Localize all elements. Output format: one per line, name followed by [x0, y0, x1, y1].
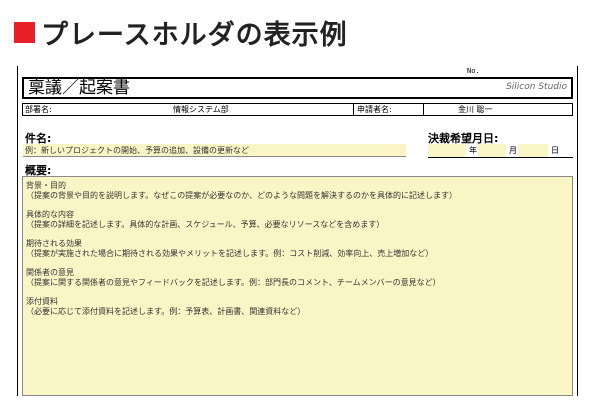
info-row: 部署名: 情報システム部 申請者名: 金川 聡一	[22, 103, 573, 116]
section-title: 背景・目的	[26, 181, 66, 190]
document-number-label: No.	[467, 67, 480, 75]
page-title: プレースホルダの表示例	[41, 19, 348, 51]
overview-section: 期待される効果 （提案が実施された場合に期待される効果やメリットを記述します。例…	[26, 239, 572, 259]
section-body: （提案の背景や目的を説明します。なぜこの提案が必要なのか、どのような問題を解決す…	[26, 191, 458, 200]
department-value[interactable]: 情報システム部	[173, 104, 229, 115]
applicant-label: 申請者名:	[357, 105, 392, 114]
applicant-value[interactable]: 金川 聡一	[458, 104, 493, 115]
section-body: （必要に応じて添付資料を記述します。例：予算表、計画書、関連資料など）	[26, 307, 306, 316]
overview-section: 添付資料 （必要に応じて添付資料を記述します。例：予算表、計画書、関連資料など）	[26, 297, 572, 317]
overview-section: 関係者の意見 （提案に関する関係者の意見やフィードバックを記述します。例：部門長…	[26, 268, 572, 288]
form-title-row: 稟議／起案書 Silicon Studio	[22, 77, 573, 99]
heading-square-icon	[14, 21, 35, 43]
cell-divider	[423, 104, 424, 115]
day-input[interactable]	[518, 144, 548, 157]
month-label: 月	[509, 146, 517, 155]
desired-date-field: 年 月 日	[428, 144, 573, 158]
section-body: （提案に関する関係者の意見やフィードバックを記述します。例：部門長のコメント、チ…	[26, 278, 441, 287]
section-body: （提案の詳細を記述します。具体的な計画、スケジュール、予算、必要なリソースなどを…	[26, 220, 385, 229]
section-body: （提案が実施された場合に期待される効果やメリットを記述します。例：コスト削減、効…	[26, 249, 434, 258]
overview-section: 背景・目的 （提案の背景や目的を説明します。なぜこの提案が必要なのか、どのような…	[26, 181, 572, 201]
form-title: 稟議／起案書	[28, 78, 130, 98]
overview-textarea[interactable]: 背景・目的 （提案の背景や目的を説明します。なぜこの提案が必要なのか、どのような…	[22, 176, 573, 396]
year-input[interactable]	[428, 144, 466, 157]
month-input[interactable]	[478, 144, 506, 157]
section-title: 関係者の意見	[26, 268, 74, 277]
overview-section: 具体的な内容 （提案の詳細を記述します。具体的な計画、スケジュール、予算、必要な…	[26, 210, 572, 230]
section-title: 添付資料	[26, 297, 58, 306]
subject-input[interactable]: 例：新しいプロジェクトの開始、予算の追加、設備の更新など	[23, 144, 406, 157]
year-label: 年	[469, 146, 477, 155]
page-heading: プレースホルダの表示例	[14, 10, 348, 54]
department-label: 部署名:	[25, 105, 52, 114]
logo-text: Silicon Studio	[506, 82, 567, 92]
cell-divider	[353, 104, 354, 115]
section-title: 期待される効果	[26, 239, 82, 248]
day-label: 日	[551, 146, 559, 155]
section-title: 具体的な内容	[26, 210, 74, 219]
company-logo: Silicon Studio	[506, 82, 567, 92]
ringi-form: No. 稟議／起案書 Silicon Studio 部署名: 情報システム部 申…	[17, 66, 578, 396]
